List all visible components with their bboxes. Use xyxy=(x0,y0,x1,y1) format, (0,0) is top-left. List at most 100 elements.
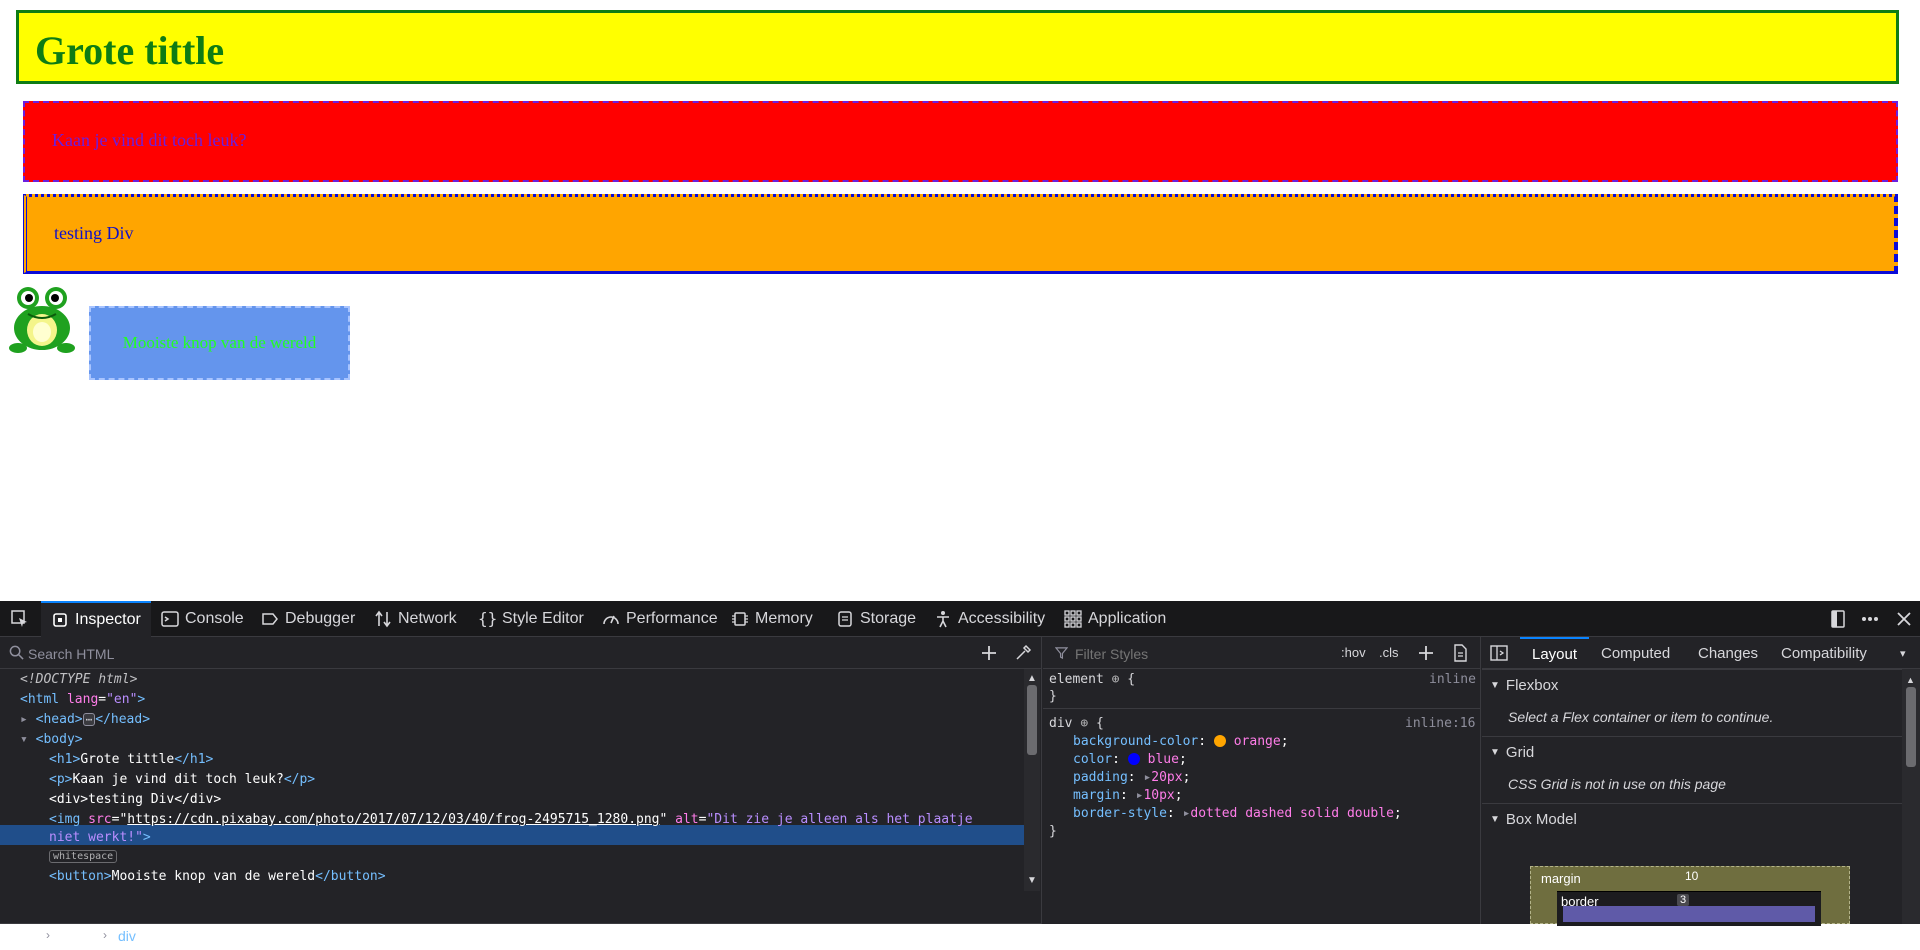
margin-value[interactable]: 10 xyxy=(1685,869,1698,883)
hov-toggle[interactable]: :hov xyxy=(1341,645,1366,660)
tab-performance[interactable]: Performance xyxy=(602,601,718,637)
search-icon xyxy=(9,645,24,660)
application-icon xyxy=(1064,610,1082,628)
box-model-padding[interactable] xyxy=(1563,906,1815,922)
eyedropper-icon[interactable] xyxy=(1014,644,1032,662)
testing-div: testing Div xyxy=(23,194,1898,274)
breadcrumb-div[interactable]: div xyxy=(118,928,136,944)
close-tag: </button> xyxy=(315,869,386,884)
decl-row[interactable]: padding: ▸20px; xyxy=(1073,770,1190,785)
prop-value: blue xyxy=(1147,752,1179,767)
prop-name: background-color xyxy=(1073,734,1199,749)
border-value[interactable]: 3 xyxy=(1677,894,1690,906)
section-title: Box Model xyxy=(1505,810,1577,828)
tab-storage[interactable]: Storage xyxy=(836,601,916,637)
tab-layout[interactable]: Layout xyxy=(1520,637,1590,669)
flexbox-section-header[interactable]: ▼ Flexbox xyxy=(1482,669,1902,700)
tab-network[interactable]: Network xyxy=(374,601,457,637)
color-swatch[interactable] xyxy=(1213,735,1226,747)
scroll-up-icon[interactable]: ▲ xyxy=(1906,675,1915,685)
html-node[interactable]: <html lang="en"> xyxy=(20,692,145,707)
collapsed-ellipsis[interactable]: ⋯ xyxy=(82,713,96,726)
tab-memory[interactable]: Memory xyxy=(731,601,813,637)
rule-source[interactable]: inline xyxy=(1429,672,1476,687)
expand-arrow-icon[interactable]: ▸ xyxy=(20,712,28,727)
scroll-down-icon[interactable]: ▼ xyxy=(1027,875,1037,886)
tab-accessibility[interactable]: Accessibility xyxy=(934,601,1045,637)
cls-toggle[interactable]: .cls xyxy=(1379,645,1399,660)
tab-label: Inspector xyxy=(75,611,141,628)
filter-styles-input[interactable] xyxy=(1073,643,1297,665)
breadcrumb-html[interactable]: html xyxy=(12,928,38,944)
element-picker-icon[interactable] xyxy=(8,601,32,637)
boxmodel-section-header[interactable]: ▼ Box Model xyxy=(1482,803,1902,834)
markup-scrollbar[interactable]: ▲ ▼ xyxy=(1024,669,1040,891)
markup-pane: <!DOCTYPE html> <html lang="en"> ▸ <head… xyxy=(0,637,1042,944)
tabs-overflow-icon[interactable]: ▾ xyxy=(1900,637,1906,669)
prop-name: border-style xyxy=(1073,806,1167,821)
layout-pane: Layout Computed Changes Compatibility ▾ … xyxy=(1482,637,1920,926)
tab-computed[interactable]: Computed xyxy=(1601,637,1670,669)
color-swatch[interactable] xyxy=(1127,753,1140,765)
layout-scrollbar[interactable]: ▲ xyxy=(1902,669,1920,924)
add-rule-icon[interactable] xyxy=(1417,644,1435,662)
collapse-arrow-icon[interactable]: ▾ xyxy=(20,732,28,747)
doctype-node[interactable]: <!DOCTYPE html> xyxy=(20,672,137,687)
brace: } xyxy=(1049,689,1057,704)
scrollbar-thumb[interactable] xyxy=(1906,687,1916,767)
dock-side-icon[interactable] xyxy=(1828,609,1848,629)
box-model-margin[interactable]: margin 10 border 3 xyxy=(1530,866,1850,926)
tab-changes[interactable]: Changes xyxy=(1698,637,1758,669)
tab-compatibility[interactable]: Compatibility xyxy=(1781,637,1867,669)
scroll-up-icon[interactable]: ▲ xyxy=(1027,673,1037,684)
breadcrumb-body[interactable]: body xyxy=(63,928,93,944)
rule-source[interactable]: inline:16 xyxy=(1405,716,1475,731)
page-button[interactable]: Mooiste knop van de wereld xyxy=(89,306,350,380)
h1-node[interactable]: <h1>Grote tittle</h1> xyxy=(49,752,213,767)
attr-value: "en" xyxy=(106,692,138,707)
sidebar-tabs: Layout Computed Changes Compatibility ▾ xyxy=(1482,637,1920,669)
add-node-icon[interactable] xyxy=(980,644,998,662)
collapse-arrow-icon: ▼ xyxy=(1490,746,1500,758)
debugger-icon xyxy=(261,610,279,628)
scrollbar-thumb[interactable] xyxy=(1027,685,1037,755)
prop-name: color xyxy=(1073,752,1113,767)
tab-label: Accessibility xyxy=(958,610,1046,627)
highlight-icon[interactable]: ⊕ xyxy=(1112,672,1120,687)
close-icon[interactable] xyxy=(1894,609,1914,629)
more-options-icon[interactable] xyxy=(1860,609,1880,629)
grid-section-header[interactable]: ▼ Grid xyxy=(1482,736,1902,767)
p-node[interactable]: <p>Kaan je vind dit toch leuk?</p> xyxy=(49,772,315,787)
box-model-border[interactable]: border 3 xyxy=(1557,891,1821,926)
img-node[interactable]: <img src="https://cdn.pixabay.com/photo/… xyxy=(49,812,973,827)
highlight-icon[interactable]: ⊕ xyxy=(1080,716,1088,731)
tab-style-editor[interactable]: {} Style Editor xyxy=(478,601,584,637)
src-link[interactable]: https://cdn.pixabay.com/photo/2017/07/12… xyxy=(127,812,659,827)
node-text: Kaan je vind dit toch leuk? xyxy=(72,772,284,787)
tab-debugger[interactable]: Debugger xyxy=(261,601,355,637)
search-input[interactable] xyxy=(26,643,930,665)
body-node[interactable]: ▾ <body> xyxy=(20,732,83,747)
accessibility-icon xyxy=(934,610,952,628)
tab-console[interactable]: Console xyxy=(161,601,244,637)
heading-box: Grote tittle xyxy=(16,10,1899,84)
decl-row[interactable]: border-style: ▸dotted dashed solid doubl… xyxy=(1073,806,1402,821)
brace: { xyxy=(1095,716,1104,731)
chevron-right-icon: › xyxy=(103,928,107,942)
page-button-label: Mooiste knop van de wereld xyxy=(122,333,317,352)
tab-label: Application xyxy=(1088,610,1167,627)
toggle-sidebar-icon[interactable] xyxy=(1490,645,1508,661)
tab-inspector[interactable]: Inspector xyxy=(41,601,151,637)
div-node[interactable]: <div>testing Div</div> xyxy=(49,792,221,807)
selected-node-row[interactable] xyxy=(0,825,1024,845)
head-node[interactable]: ▸ <head> ⋯ </head> xyxy=(20,712,150,727)
filter-bar: :hov .cls xyxy=(1043,637,1481,669)
decl-row[interactable]: background-color: orange; xyxy=(1073,734,1289,749)
page-title: Grote tittle xyxy=(35,28,225,73)
decl-row[interactable]: color: blue; xyxy=(1073,752,1187,767)
tab-application[interactable]: Application xyxy=(1064,601,1166,637)
performance-icon xyxy=(602,610,620,628)
button-node[interactable]: <button>Mooiste knop van de wereld</butt… xyxy=(49,869,386,884)
decl-row[interactable]: margin: ▸10px; xyxy=(1073,788,1183,803)
print-media-icon[interactable] xyxy=(1451,644,1469,662)
